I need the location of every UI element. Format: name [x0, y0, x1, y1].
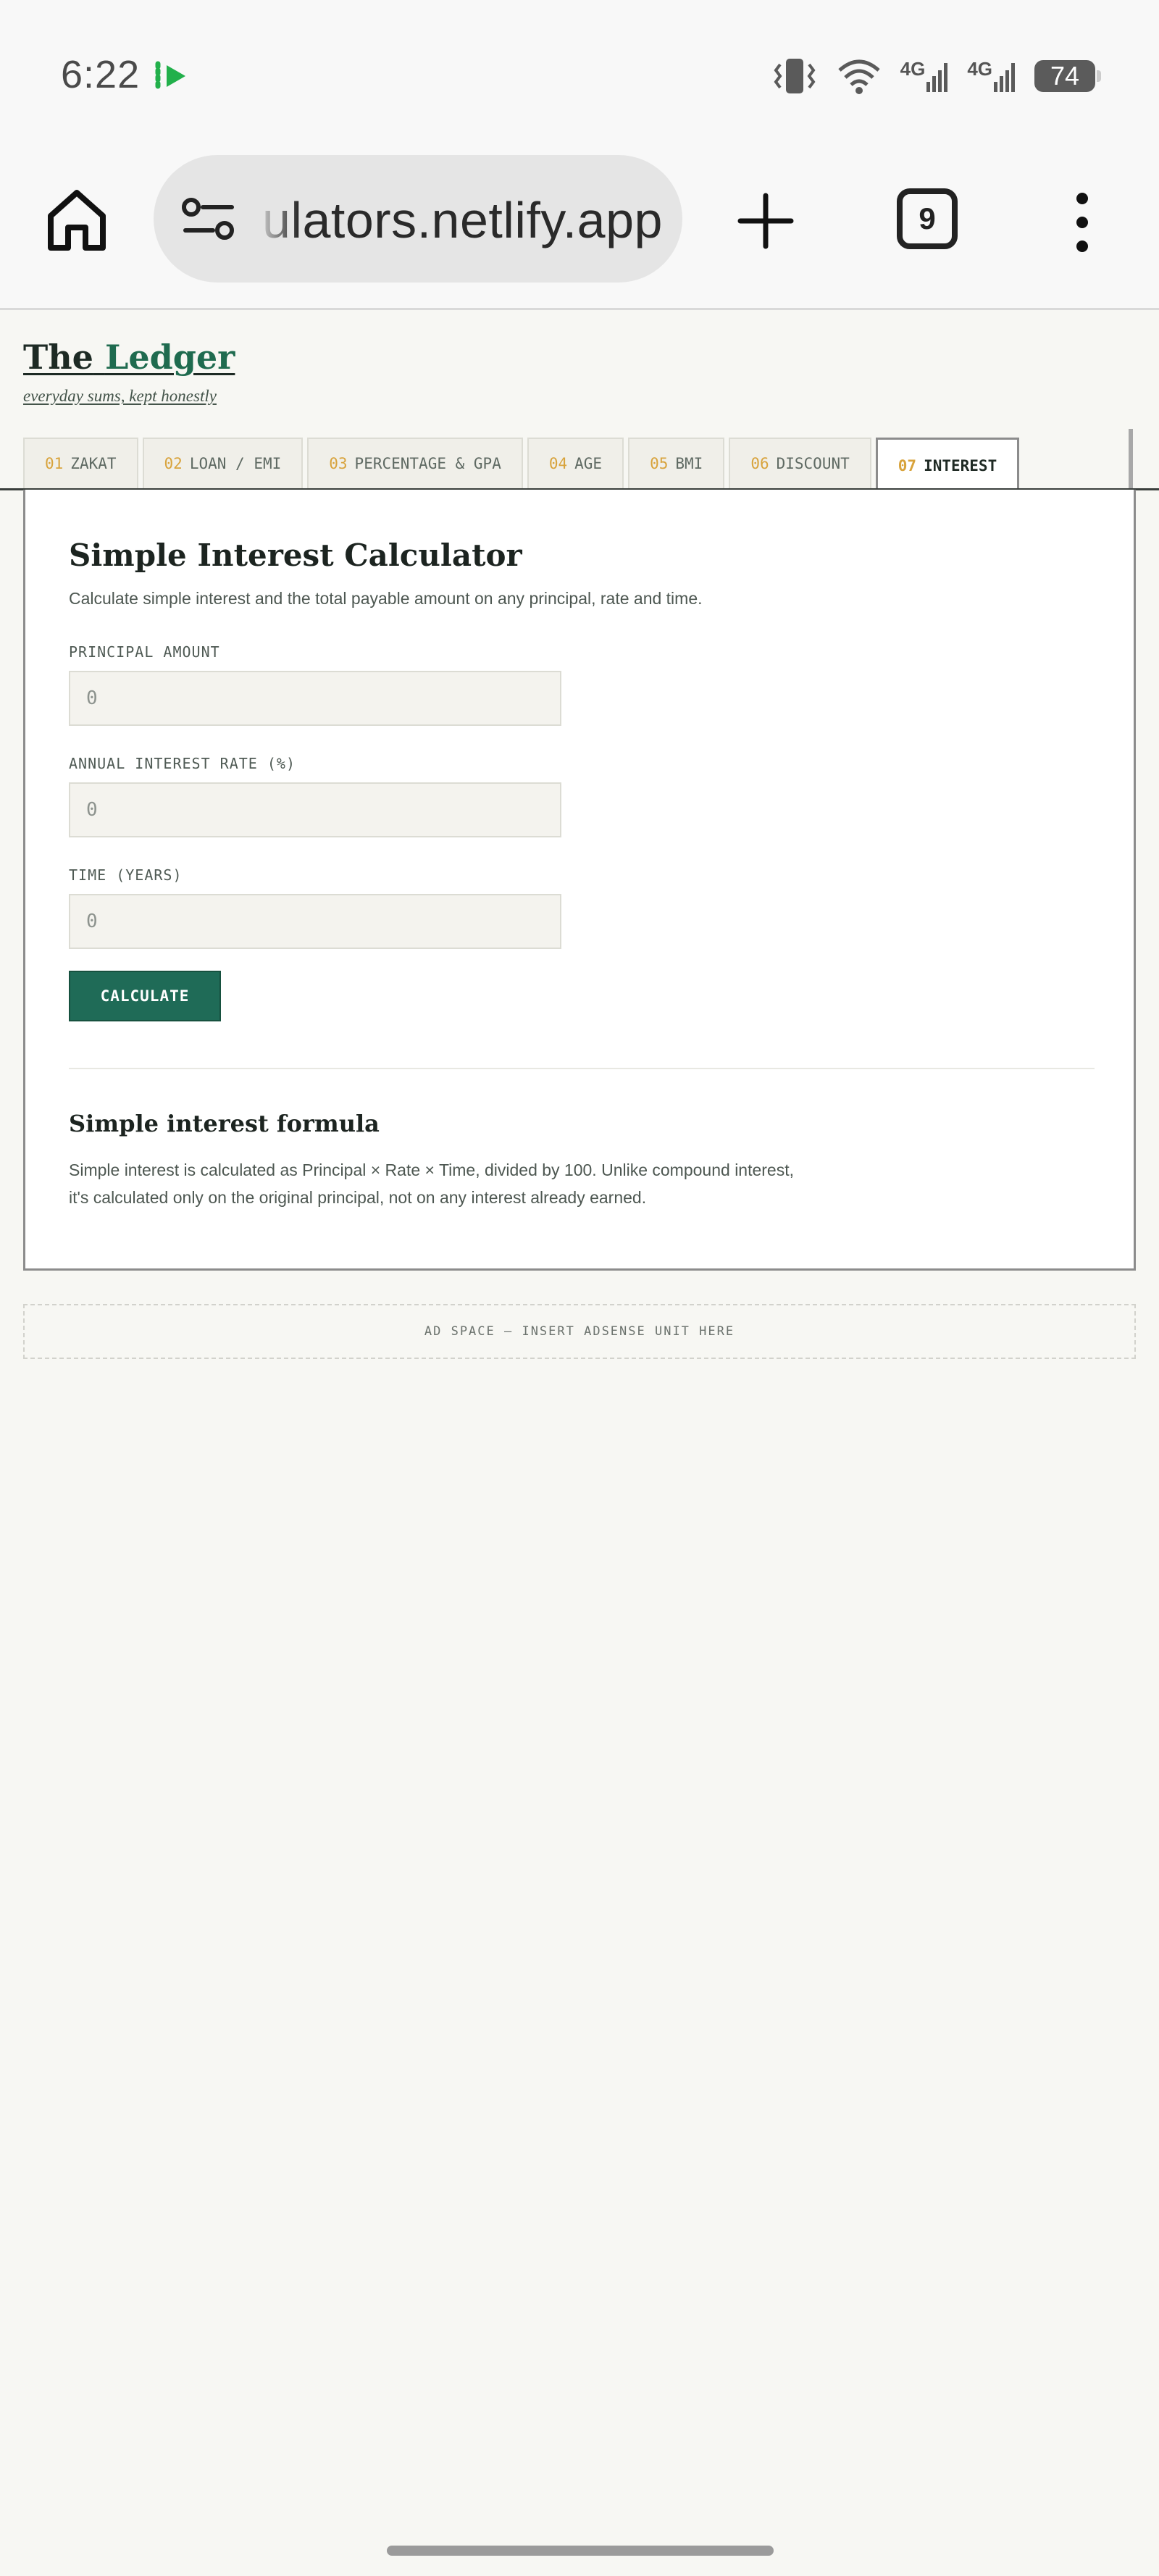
- cell-signal-2: 4G: [967, 58, 1016, 92]
- tabs-scroll-indicator: [1129, 429, 1133, 488]
- page-title: Simple Interest Calculator: [69, 538, 522, 573]
- time-input[interactable]: [69, 894, 561, 949]
- url-text: ulators.netlify.app: [262, 192, 663, 248]
- principal-label: PRINCIPAL AMOUNT: [69, 643, 220, 661]
- home-icon[interactable]: [45, 187, 109, 254]
- site-header: The Ledger everyday sums, kept honestly: [23, 338, 235, 406]
- tab-discount[interactable]: 06 DISCOUNT: [729, 438, 871, 488]
- ad-placeholder-text: AD SPACE — INSERT ADSENSE UNIT HERE: [424, 1324, 735, 1339]
- tab-label: INTEREST: [924, 456, 997, 474]
- site-tagline: everyday sums, kept honestly: [23, 387, 217, 405]
- status-bar: 6:22 4G 4G 74: [0, 0, 1159, 145]
- time-field: TIME (YEARS): [69, 866, 1095, 949]
- site-settings-icon[interactable]: [181, 196, 236, 242]
- tab-bmi[interactable]: 05 BMI: [628, 438, 725, 488]
- tab-number: 02: [164, 455, 183, 472]
- vibrate-icon: [774, 59, 816, 93]
- cell-signal-1: 4G: [900, 58, 949, 92]
- principal-input[interactable]: [69, 671, 561, 726]
- calculator-content: Simple Interest Calculator Calculate sim…: [69, 538, 1095, 1211]
- gesture-navigation-bar[interactable]: [387, 2546, 774, 2556]
- calculator-card: Simple Interest Calculator Calculate sim…: [23, 490, 1136, 1271]
- tab-zakat[interactable]: 01 ZAKAT: [23, 438, 138, 488]
- battery-icon: 74: [1034, 60, 1101, 92]
- tab-loan-emi[interactable]: 02 LOAN / EMI: [142, 438, 304, 488]
- signal-icon: [926, 63, 948, 92]
- address-bar[interactable]: ulators.netlify.app: [154, 155, 682, 283]
- tab-interest[interactable]: 07 INTEREST: [875, 438, 1020, 491]
- tab-percentage-gpa[interactable]: 03 PERCENTAGE & GPA: [307, 438, 523, 488]
- tab-switcher-button[interactable]: 9: [897, 188, 958, 249]
- tab-age[interactable]: 04 AGE: [527, 438, 624, 488]
- battery-level: 74: [1050, 61, 1080, 91]
- page-subtitle: Calculate simple interest and the total …: [69, 589, 703, 608]
- principal-field: PRINCIPAL AMOUNT: [69, 643, 1095, 726]
- tab-number: 06: [750, 455, 769, 472]
- tab-number: 03: [329, 455, 348, 472]
- tab-label: DISCOUNT: [776, 455, 850, 472]
- brand-the: The: [23, 338, 93, 377]
- tab-number: 05: [650, 455, 669, 472]
- tab-count: 9: [919, 201, 936, 235]
- tab-label: BMI: [675, 455, 703, 472]
- wifi-icon: [837, 59, 880, 94]
- calculator-tabs: 01 ZAKAT 02 LOAN / EMI 03 PERCENTAGE & G…: [23, 438, 1136, 491]
- tab-label: AGE: [574, 455, 603, 472]
- signal-icon: [994, 63, 1015, 92]
- new-tab-icon[interactable]: [737, 193, 794, 249]
- tab-label: ZAKAT: [70, 455, 117, 472]
- tab-number: 04: [548, 455, 568, 472]
- rate-field: ANNUAL INTEREST RATE (%): [69, 755, 1095, 837]
- browser-toolbar: ulators.netlify.app 9: [0, 145, 1159, 310]
- formula-title: Simple interest formula: [69, 1110, 380, 1137]
- ad-placeholder: AD SPACE — INSERT ADSENSE UNIT HERE: [23, 1304, 1136, 1359]
- brand-logo-link[interactable]: The Ledger: [23, 338, 235, 377]
- calculate-button[interactable]: CALCULATE: [69, 971, 221, 1021]
- network-type-label: 4G: [967, 58, 992, 80]
- tab-number: 01: [45, 455, 64, 472]
- url-fade: [255, 177, 298, 264]
- status-time: 6:22: [61, 53, 141, 96]
- tab-label: LOAN / EMI: [189, 455, 282, 472]
- rate-input[interactable]: [69, 782, 561, 837]
- status-indicators: 4G 4G 74: [771, 51, 1101, 101]
- formula-description: Simple interest is calculated as Princip…: [69, 1161, 795, 1207]
- tab-number: 07: [898, 456, 917, 474]
- network-type-label: 4G: [900, 58, 926, 80]
- more-menu-icon[interactable]: [1068, 190, 1097, 255]
- app-notification-icon: [155, 61, 185, 91]
- time-label: TIME (YEARS): [69, 866, 183, 884]
- rate-label: ANNUAL INTEREST RATE (%): [69, 755, 296, 772]
- tab-label: PERCENTAGE & GPA: [354, 455, 501, 472]
- brand-name: Ledger: [104, 338, 235, 377]
- section-divider: [69, 1068, 1095, 1069]
